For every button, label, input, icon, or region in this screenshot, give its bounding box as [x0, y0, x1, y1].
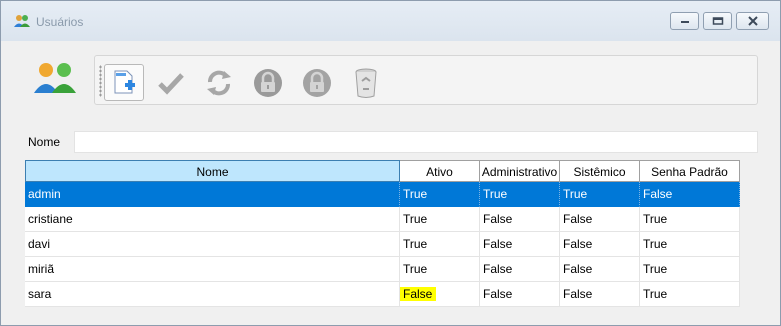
save-button[interactable] — [151, 64, 191, 101]
close-icon — [747, 16, 758, 26]
cell-senha-padrao[interactable]: False — [640, 182, 740, 207]
cell-administrativo[interactable]: False — [480, 232, 560, 257]
column-header-sistemico[interactable]: Sistêmico — [560, 160, 640, 182]
cell-administrativo[interactable]: False — [480, 257, 560, 282]
users-window: Usuários Nome Nome Ativo Administrativo … — [0, 0, 781, 326]
window-title: Usuários — [36, 15, 84, 29]
cell-ativo[interactable]: False — [400, 282, 480, 307]
cell-ativo[interactable]: True — [400, 182, 480, 207]
minimize-icon — [680, 21, 689, 23]
column-header-nome[interactable]: Nome — [25, 160, 400, 182]
cell-administrativo[interactable]: False — [480, 207, 560, 232]
cell-senha-padrao[interactable]: True — [640, 257, 740, 282]
cell-administrativo[interactable]: True — [480, 182, 560, 207]
toolbar — [94, 55, 758, 105]
refresh-icon — [207, 70, 231, 95]
cell-senha-padrao[interactable]: True — [640, 282, 740, 307]
cell-nome[interactable]: admin — [25, 182, 400, 207]
cell-administrativo[interactable]: False — [480, 282, 560, 307]
cell-senha-padrao[interactable]: True — [640, 232, 740, 257]
minimize-button[interactable] — [670, 12, 699, 30]
users-icon — [14, 15, 30, 27]
close-button[interactable] — [736, 12, 769, 30]
new-button[interactable] — [104, 64, 144, 101]
cell-sistemico[interactable]: False — [560, 282, 640, 307]
highlighted-value: False — [400, 287, 437, 301]
recycle-bin-icon — [355, 68, 377, 98]
users-group-icon — [34, 63, 76, 93]
lock-icon — [254, 68, 282, 97]
cell-sistemico[interactable]: False — [560, 232, 640, 257]
column-header-ativo[interactable]: Ativo — [400, 160, 480, 182]
cell-sistemico[interactable]: True — [560, 182, 640, 207]
cell-ativo[interactable]: True — [400, 207, 480, 232]
unlock-button[interactable] — [297, 64, 337, 101]
checkmark-icon — [158, 72, 184, 95]
cell-ativo[interactable]: True — [400, 257, 480, 282]
delete-button[interactable] — [346, 64, 386, 101]
lock-icon — [303, 68, 331, 97]
cell-ativo[interactable]: True — [400, 232, 480, 257]
new-document-icon — [114, 70, 135, 93]
users-grid: Nome Ativo Administrativo Sistêmico Senh… — [25, 160, 772, 325]
lock-button[interactable] — [248, 64, 288, 101]
cell-senha-padrao[interactable]: True — [640, 207, 740, 232]
toolbar-grip[interactable] — [99, 65, 102, 97]
name-filter-input[interactable] — [74, 131, 758, 153]
cell-nome[interactable]: davi — [25, 232, 400, 257]
column-header-senha-padrao[interactable]: Senha Padrão — [640, 160, 740, 182]
cell-sistemico[interactable]: False — [560, 257, 640, 282]
cell-nome[interactable]: cristiane — [25, 207, 400, 232]
cell-sistemico[interactable]: False — [560, 207, 640, 232]
column-header-administrativo[interactable]: Administrativo — [480, 160, 560, 182]
cell-nome[interactable]: miriã — [25, 257, 400, 282]
client-area: Nome Nome Ativo Administrativo Sistêmico… — [10, 41, 772, 325]
maximize-button[interactable] — [703, 12, 732, 30]
refresh-button[interactable] — [199, 64, 239, 101]
name-filter-label: Nome — [28, 135, 61, 149]
cell-nome[interactable]: sara — [25, 282, 400, 307]
restore-icon — [712, 17, 723, 25]
title-bar[interactable]: Usuários — [1, 1, 780, 41]
